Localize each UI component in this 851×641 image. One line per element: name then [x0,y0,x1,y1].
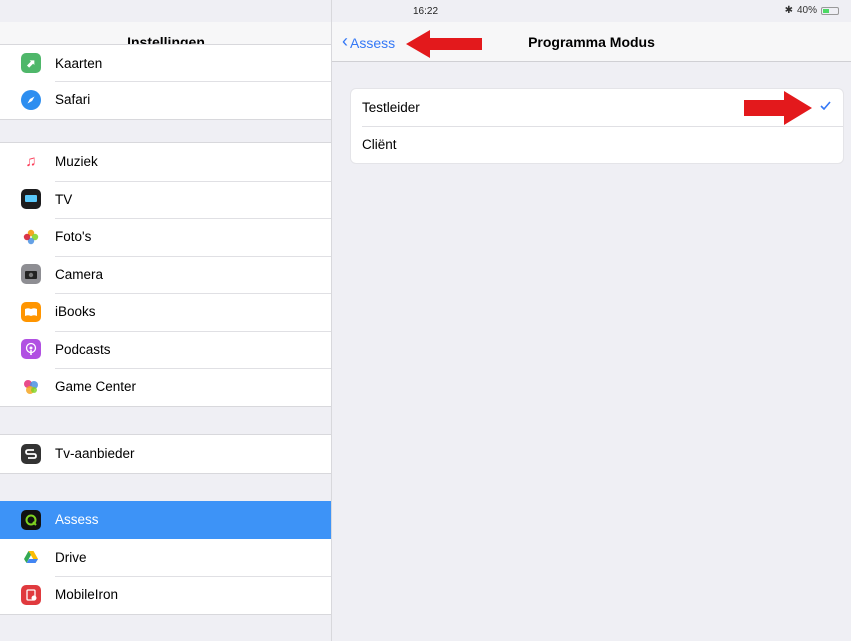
sidebar-item-ibooks[interactable]: iBooks [0,293,331,331]
battery-percentage: 40% [796,5,817,16]
sidebar-item-label: Camera [55,266,104,282]
bluetooth-icon: ✱ [784,5,793,16]
drive-icon [21,547,41,568]
annotation-arrow-icon [406,30,482,58]
sidebar-item-label: MobileIron [55,587,119,603]
sidebar-item-label: Foto's [55,229,92,245]
option-client[interactable]: Cliënt [351,126,843,163]
battery-icon [821,6,839,15]
sidebar-group-3: Tv-aanbieder [0,434,331,474]
sidebar-item-fotos[interactable]: Foto's [0,218,331,256]
sidebar-item-label: Tv-aanbieder [55,446,135,462]
sidebar-item-label: Safari [55,92,91,108]
sidebar-group-1: ⬈ Kaarten Safari [0,44,331,120]
sidebar-item-assess[interactable]: Assess [0,501,331,539]
sidebar-item-muziek[interactable]: ♫ Muziek [0,143,331,181]
checkmark-icon [820,99,831,113]
option-label: Cliënt [362,137,397,152]
assess-icon [21,509,41,530]
podcasts-icon [21,339,41,360]
music-icon: ♫ [21,151,41,172]
photos-icon [21,226,41,247]
sidebar-group-4: Assess Drive MobileIron [0,501,331,615]
maps-icon: ⬈ [21,53,41,73]
ibooks-icon [21,301,41,322]
settings-sidebar: Instellingen ⬈ Kaarten Safari ♫ Muziek T… [0,0,332,641]
sidebar-item-drive[interactable]: Drive [0,539,331,577]
sidebar-item-game-center[interactable]: Game Center [0,368,331,406]
sidebar-item-label: iBooks [55,304,96,320]
mobileiron-icon [21,584,41,605]
tv-icon [21,189,41,210]
status-right: ✱ 40% [785,5,839,16]
sidebar-item-tv-aanbieder[interactable]: Tv-aanbieder [0,435,331,473]
game-center-icon [21,376,41,397]
sidebar-item-safari[interactable]: Safari [0,81,331,119]
annotation-arrow-icon [744,91,812,125]
sidebar-item-kaarten[interactable]: ⬈ Kaarten [0,45,331,81]
sidebar-item-label: TV [55,191,73,207]
sidebar-item-label: Drive [55,549,87,565]
option-label: Testleider [362,100,420,115]
safari-icon [21,89,41,110]
sidebar-item-label: Game Center [55,379,137,395]
sidebar-item-label: Podcasts [55,341,111,357]
sidebar-item-camera[interactable]: Camera [0,255,331,294]
sidebar-item-label: Muziek [55,154,98,170]
sidebar-item-tv[interactable]: TV [0,180,331,219]
tv-provider-icon [21,443,41,464]
sidebar-item-mobileiron[interactable]: MobileIron [0,576,331,614]
sidebar-group-2: ♫ Muziek TV Foto's Camera iBooks Podcast… [0,142,331,407]
sidebar-item-label: Kaarten [55,55,103,71]
sidebar-item-podcasts[interactable]: Podcasts [0,330,331,369]
camera-icon [21,264,41,285]
sidebar-item-label: Assess [55,512,99,528]
